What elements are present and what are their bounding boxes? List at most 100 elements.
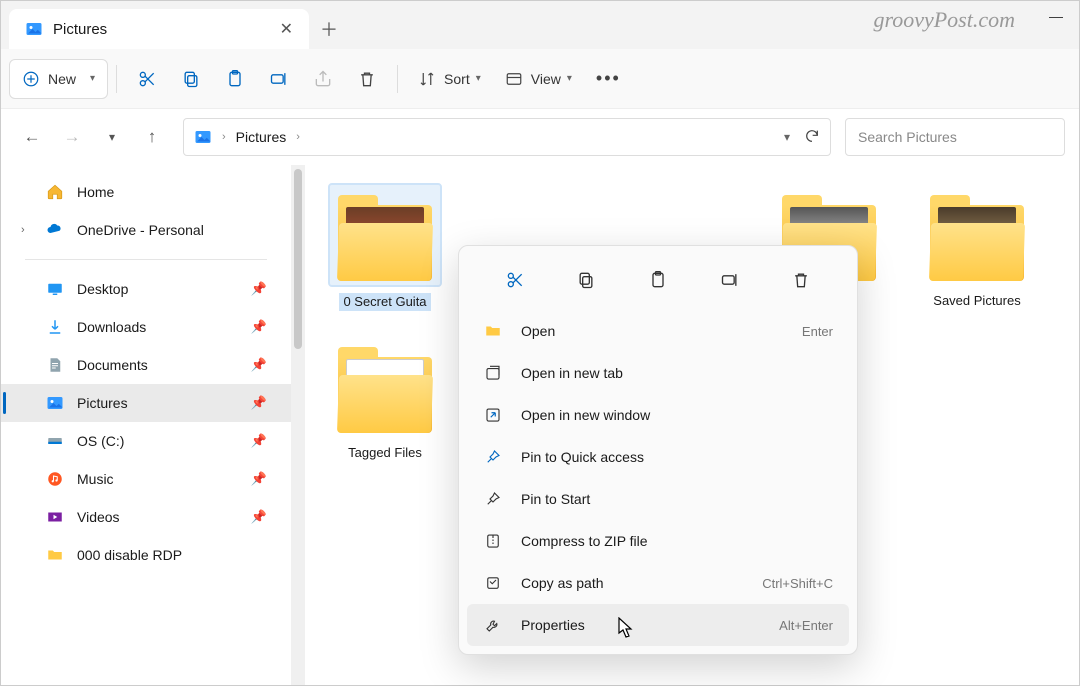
paste-button[interactable] — [638, 262, 678, 298]
delete-button[interactable] — [781, 262, 821, 298]
view-label: View — [531, 71, 561, 87]
breadcrumb-separator: › — [222, 131, 226, 143]
window-tab[interactable]: Pictures ✕ — [9, 9, 309, 49]
sidebar-item-onedrive[interactable]: › OneDrive - Personal — [1, 211, 291, 249]
sidebar-item-downloads[interactable]: Downloads 📌 — [1, 308, 291, 346]
separator — [397, 65, 398, 93]
sidebar-item-label: OS (C:) — [77, 433, 124, 449]
paste-icon — [225, 69, 245, 89]
pictures-icon — [45, 394, 65, 412]
sidebar-item-home[interactable]: Home — [1, 173, 291, 211]
menu-item-open[interactable]: Open Enter — [467, 310, 849, 352]
menu-item-pin-quick[interactable]: Pin to Quick access — [467, 436, 849, 478]
view-button[interactable]: View ▾ — [493, 59, 584, 99]
sidebar-scrollbar[interactable] — [291, 165, 305, 685]
rename-button[interactable] — [257, 59, 301, 99]
sidebar-item-os[interactable]: OS (C:) 📌 — [1, 422, 291, 460]
sidebar-item-label: Music — [77, 471, 114, 487]
breadcrumb-separator: › — [296, 131, 300, 143]
sidebar-item-label: 000 disable RDP — [77, 547, 182, 563]
address-dropdown[interactable]: ▾ — [784, 130, 790, 144]
window-controls: — — [1033, 1, 1079, 31]
up-button[interactable]: ↑ — [135, 120, 169, 154]
new-button[interactable]: New ▾ — [9, 59, 108, 99]
folder-item[interactable]: 0 Secret Guita — [325, 185, 445, 311]
folder-icon — [45, 546, 65, 564]
item-label: 0 Secret Guita — [339, 293, 430, 311]
pin-icon: 📌 — [251, 433, 267, 449]
title-bar: Pictures ✕ ＋ groovyPost.com — — [1, 1, 1079, 49]
sidebar-item-videos[interactable]: Videos 📌 — [1, 498, 291, 536]
copy-button[interactable] — [169, 59, 213, 99]
sidebar-item-label: Videos — [77, 509, 120, 525]
scissors-icon — [137, 69, 157, 89]
sidebar-item-pictures[interactable]: Pictures 📌 — [1, 384, 291, 422]
share-icon — [313, 69, 333, 89]
toolbar: New ▾ Sort ▾ View ▾ — [1, 49, 1079, 109]
minimize-button[interactable]: — — [1033, 1, 1079, 31]
sidebar-item-desktop[interactable]: Desktop 📌 — [1, 270, 291, 308]
chevron-right-icon: › — [21, 224, 25, 236]
sort-button[interactable]: Sort ▾ — [406, 59, 493, 99]
breadcrumb-pictures[interactable]: Pictures — [236, 129, 287, 145]
address-bar[interactable]: › Pictures › ▾ — [183, 118, 831, 156]
document-icon — [45, 356, 65, 374]
share-button[interactable] — [301, 59, 345, 99]
cut-button[interactable] — [495, 262, 535, 298]
menu-label: Open — [521, 323, 555, 339]
wrench-icon — [483, 616, 503, 634]
recent-button[interactable]: ▾ — [95, 120, 129, 154]
search-input[interactable]: Search Pictures — [845, 118, 1065, 156]
menu-item-pin-start[interactable]: Pin to Start — [467, 478, 849, 520]
context-menu-quickactions — [467, 254, 849, 310]
chevron-down-icon: ▾ — [476, 73, 481, 84]
download-icon — [45, 318, 65, 336]
copy-icon — [181, 69, 201, 89]
folder-open-icon — [483, 322, 503, 340]
menu-item-copy-path[interactable]: Copy as path Ctrl+Shift+C — [467, 562, 849, 604]
cloud-icon — [45, 221, 65, 239]
zip-icon — [483, 532, 503, 550]
refresh-button[interactable] — [804, 128, 820, 147]
item-label: Tagged Files — [348, 445, 422, 461]
paste-button[interactable] — [213, 59, 257, 99]
folder-item[interactable]: Saved Pictures — [917, 185, 1037, 311]
item-label: Saved Pictures — [933, 293, 1020, 309]
plus-circle-icon — [22, 70, 40, 88]
sidebar-item-documents[interactable]: Documents 📌 — [1, 346, 291, 384]
pin-icon — [483, 490, 503, 508]
desktop-icon — [45, 280, 65, 298]
music-icon — [45, 470, 65, 488]
sidebar-item-label: Downloads — [77, 319, 146, 335]
copy-button[interactable] — [566, 262, 606, 298]
mouse-cursor — [618, 617, 636, 644]
back-button[interactable]: ← — [15, 120, 49, 154]
rename-button[interactable] — [710, 262, 750, 298]
menu-label: Copy as path — [521, 575, 604, 591]
sidebar-item-music[interactable]: Music 📌 — [1, 460, 291, 498]
new-tab-button[interactable]: ＋ — [309, 9, 349, 49]
chevron-down-icon: ▾ — [90, 73, 95, 84]
tab-close-icon[interactable]: ✕ — [280, 19, 293, 39]
scrollbar-thumb[interactable] — [294, 169, 302, 349]
sidebar-item-folder-rdp[interactable]: 000 disable RDP — [1, 536, 291, 574]
separator — [116, 65, 117, 93]
copy-path-icon — [483, 574, 503, 592]
context-menu: Open Enter Open in new tab Open in new w… — [458, 245, 858, 655]
menu-item-zip[interactable]: Compress to ZIP file — [467, 520, 849, 562]
menu-shortcut: Enter — [802, 324, 833, 339]
pin-icon: 📌 — [251, 319, 267, 335]
menu-label: Compress to ZIP file — [521, 533, 648, 549]
more-button[interactable]: ••• — [584, 59, 633, 99]
folder-item[interactable]: Tagged Files — [325, 337, 445, 461]
sidebar: Home › OneDrive - Personal Desktop 📌 Dow… — [1, 165, 291, 685]
navigation-row: ← → ▾ ↑ › Pictures › ▾ Search Pictures — [1, 109, 1079, 165]
cut-button[interactable] — [125, 59, 169, 99]
menu-label: Properties — [521, 617, 585, 633]
menu-item-properties[interactable]: Properties Alt+Enter — [467, 604, 849, 646]
menu-item-open-tab[interactable]: Open in new tab — [467, 352, 849, 394]
forward-button: → — [55, 120, 89, 154]
menu-item-open-window[interactable]: Open in new window — [467, 394, 849, 436]
delete-button[interactable] — [345, 59, 389, 99]
sidebar-item-label: Documents — [77, 357, 148, 373]
